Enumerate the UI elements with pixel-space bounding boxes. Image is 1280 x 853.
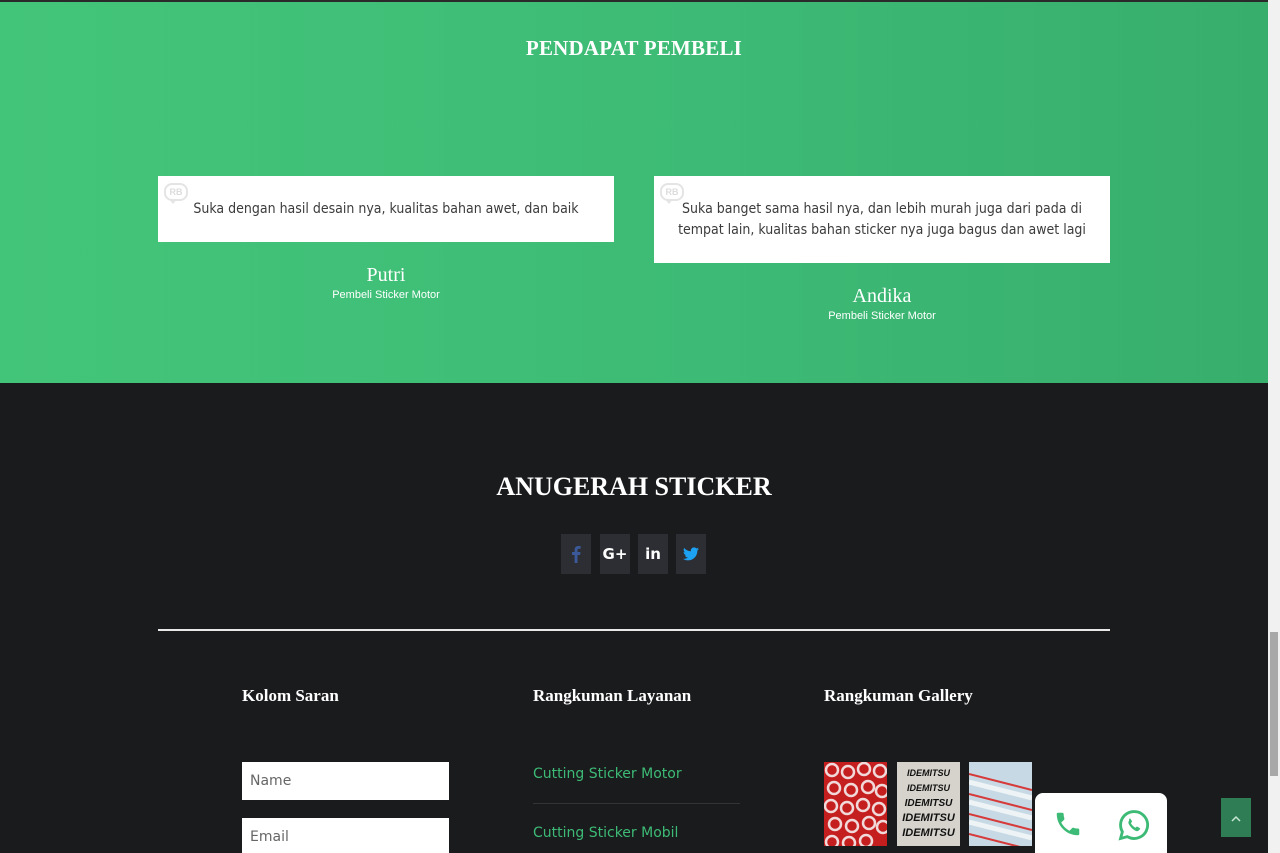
contact-widget (1035, 793, 1167, 853)
service-separator (533, 803, 740, 804)
service-link-mobil[interactable]: Cutting Sticker Mobil (533, 825, 678, 841)
services-column-title: Rangkuman Layanan (533, 686, 692, 705)
testimonial-text: Suka dengan hasil desain nya, kualitas b… (193, 201, 579, 217)
footer-divider (158, 629, 1110, 631)
back-to-top-button[interactable] (1221, 798, 1251, 837)
gallery-thumb[interactable] (824, 762, 887, 846)
testimonial-author: Putri (366, 264, 406, 286)
email-input[interactable] (242, 818, 449, 853)
testimonial-role: Pembeli Sticker Motor (332, 289, 440, 301)
suggestion-column-title: Kolom Saran (242, 686, 339, 705)
service-link-motor[interactable]: Cutting Sticker Motor (533, 766, 682, 782)
gallery-label: IDEMITSU (904, 798, 953, 809)
google-plus-icon[interactable]: G+ (600, 534, 630, 574)
gallery-label: IDEMITSU (906, 768, 950, 778)
gallery-thumb[interactable] (969, 762, 1032, 846)
testimonials-section: PENDAPAT PEMBELI RB Suka dengan hasil de… (0, 2, 1268, 383)
footer-brand: ANUGERAH STICKER (496, 472, 772, 501)
testimonial-author: Andika (852, 285, 912, 307)
twitter-icon[interactable] (676, 534, 706, 574)
testimonial-card: RB Suka banget sama hasil nya, dan lebih… (654, 176, 1110, 263)
testimonial-role: Pembeli Sticker Motor (828, 310, 936, 322)
name-input[interactable] (242, 762, 449, 800)
testimonial-card: RB Suka dengan hasil desain nya, kualita… (158, 176, 614, 242)
gallery-column-title: Rangkuman Gallery (824, 686, 973, 705)
testimonial-text: Suka banget sama hasil nya, dan lebih mu… (678, 201, 1086, 238)
gallery-label: IDEMITSU (906, 783, 950, 793)
whatsapp-icon[interactable] (1117, 807, 1151, 848)
linkedin-icon[interactable]: in (638, 534, 668, 574)
scrollbar-thumb[interactable] (1270, 632, 1278, 776)
testimonials-title: PENDAPAT PEMBELI (525, 36, 743, 60)
facebook-icon[interactable] (561, 534, 591, 574)
gallery-label: IDEMITSU (902, 827, 955, 839)
phone-icon[interactable] (1053, 807, 1083, 846)
gallery-thumb[interactable]: IDEMITSU IDEMITSU IDEMITSU IDEMITSU IDEM… (897, 762, 960, 846)
chevron-up-icon (1231, 809, 1241, 827)
gallery-label: IDEMITSU (902, 812, 955, 824)
